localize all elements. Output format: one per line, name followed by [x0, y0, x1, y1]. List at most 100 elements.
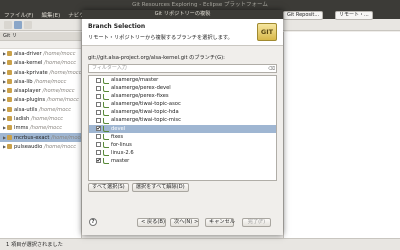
branch-checkbox[interactable]	[96, 77, 101, 83]
select-all-button[interactable]: すべて選択(S)	[88, 183, 129, 192]
repository-path: /home/mocc	[51, 134, 81, 141]
repository-icon	[7, 97, 12, 103]
repository-item[interactable]: ▶ alsa-kprivate /home/mocc	[0, 68, 81, 77]
repository-icon	[7, 134, 12, 140]
branch-filter-input[interactable]: フィルター入力 ⌫	[88, 64, 277, 73]
branches-label: git://git.alsa-project.org/alsa-kernel.g…	[88, 55, 225, 61]
clone-repository-dialog: Git リポジトリーの複製 Branch Selection リモート・リポジト…	[82, 10, 283, 235]
print-icon[interactable]	[24, 21, 32, 29]
branch-row[interactable]: alsamerge/tiwai-topic-asoc	[89, 100, 276, 108]
cancel-button[interactable]: キャンセル	[205, 218, 235, 227]
repository-path: /home/mocc	[44, 60, 77, 67]
branch-checkbox[interactable]	[96, 93, 101, 99]
branch-row[interactable]: alsamerge/tiwai-topic-misc	[89, 116, 276, 125]
repository-icon	[7, 116, 12, 122]
branch-name: alsamerge/tiwai-topic-misc	[111, 117, 181, 124]
repository-item[interactable]: ▶ alsa-driver /home/mocc	[0, 49, 81, 58]
menu-edit[interactable]: 編集(E)	[41, 11, 60, 19]
repository-path: /home/mocc	[42, 88, 75, 95]
save-icon[interactable]	[14, 21, 22, 29]
repository-item[interactable]: ▶ lmms /home/mocc	[0, 123, 81, 132]
git-logo-icon: GIT	[257, 23, 277, 41]
repository-name: alsa-driver	[14, 51, 42, 57]
branch-checkbox[interactable]	[96, 85, 101, 91]
repository-item[interactable]: ▶ alsa-lib /home/mocc	[0, 77, 81, 86]
branch-name: alsamerge/tiwai-topic-hda	[111, 109, 179, 116]
perspective-git-repositories[interactable]: Git Reposit...	[283, 11, 324, 20]
repository-name: lmms	[14, 125, 29, 132]
repository-name: pulseaudio	[14, 143, 43, 150]
branch-checkbox[interactable]	[96, 109, 101, 115]
branch-icon	[103, 101, 109, 108]
branch-icon	[103, 150, 109, 157]
branch-row[interactable]: devel	[89, 124, 276, 133]
menu-file[interactable]: ファイル(F)	[4, 11, 33, 19]
view-toolbar	[0, 41, 81, 49]
branch-checkbox[interactable]	[96, 125, 101, 133]
branch-checkbox[interactable]	[96, 134, 101, 140]
branch-row[interactable]: for-linus	[89, 141, 276, 149]
repository-path: /home/mocc	[43, 143, 77, 150]
repository-path: /home/mocc	[49, 69, 81, 76]
branch-row[interactable]: alsamerge/perex-devel	[89, 84, 276, 92]
repository-name: alsa-utils	[14, 106, 38, 113]
branch-name: alsamerge/perex-fixes	[111, 93, 169, 100]
branch-name: linux-2.6	[111, 149, 134, 156]
branch-icon	[103, 134, 109, 141]
repository-path: /home/mocc	[46, 97, 79, 104]
branch-icon	[103, 126, 109, 133]
branch-icon	[103, 158, 109, 165]
branch-checkbox[interactable]	[96, 101, 101, 107]
branch-name: alsamerge/tiwai-topic-asoc	[111, 101, 181, 108]
new-icon[interactable]	[4, 21, 12, 29]
repository-name: alsa-plugins	[14, 97, 46, 104]
repository-item[interactable]: ▶ alsaplayer /home/mocc	[0, 86, 81, 95]
branch-icon	[103, 93, 109, 100]
repository-path: /home/mocc	[38, 106, 72, 113]
selection-buttons: すべて選択(S) 選択をすべて解除(D)	[88, 183, 277, 192]
branch-row[interactable]: alsamerge/master	[89, 76, 276, 84]
next-button[interactable]: 次へ(N) >	[170, 218, 199, 227]
perspective-remote[interactable]: リモート・...	[335, 11, 373, 20]
branch-row[interactable]: master	[89, 157, 276, 165]
branch-checkbox[interactable]	[96, 142, 101, 148]
branch-list: alsamerge/master alsamerge/perex-devel als…	[88, 75, 277, 181]
git-repositories-tab[interactable]: Git リ	[0, 32, 81, 41]
branch-name: master	[111, 157, 130, 164]
repository-name: alsa-lib	[14, 78, 33, 85]
repository-item[interactable]: ▶ alsa-kernel /home/mocc	[0, 58, 81, 67]
repository-icon	[7, 78, 12, 84]
branch-row[interactable]: fixes	[89, 133, 276, 141]
finish-button[interactable]: 完了(F)	[242, 218, 271, 227]
help-icon[interactable]: ?	[89, 218, 97, 226]
repository-icon	[7, 125, 12, 131]
git-repositories-view: Git リ ▶ alsa-driver /home/mocc ▶ alsa-kerne…	[0, 32, 82, 248]
wizard-footer: ? < 戻る(B) 次へ(N) > キャンセル 完了(F)	[82, 215, 283, 229]
branch-icon	[103, 109, 109, 116]
repository-item[interactable]: ▶ alsa-utils /home/mocc	[0, 105, 81, 114]
wizard-header: Branch Selection リモート・リポジトリーから複製するブランチを選…	[82, 19, 283, 46]
wizard-page-description: リモート・リポジトリーから複製するブランチを選択します。	[88, 35, 233, 41]
branch-row[interactable]: linux-2.6	[89, 149, 276, 157]
branch-checkbox[interactable]	[96, 150, 101, 156]
branch-row[interactable]: alsamerge/tiwai-topic-hda	[89, 108, 276, 116]
wizard-page-title: Branch Selection	[88, 23, 146, 30]
branch-name: alsamerge/master	[111, 77, 159, 83]
branch-name: fixes	[111, 133, 124, 140]
repository-name: alsa-kprivate	[14, 69, 48, 76]
branch-checkbox[interactable]	[96, 118, 101, 124]
repository-item[interactable]: ▶ mcrbus-exact /home/mocc	[0, 132, 81, 142]
back-button[interactable]: < 戻る(B)	[137, 218, 166, 227]
branch-name: devel	[111, 125, 126, 132]
repository-item[interactable]: ▶ ladish /home/mocc	[0, 114, 81, 123]
repository-icon	[7, 88, 12, 94]
repository-item[interactable]: ▶ alsa-plugins /home/mocc	[0, 95, 81, 104]
clear-filter-icon[interactable]: ⌫	[268, 66, 275, 72]
branch-row[interactable]: alsamerge/perex-fixes	[89, 92, 276, 100]
wizard-body: git://git.alsa-project.org/alsa-kernel.g…	[88, 54, 277, 192]
branch-checkbox[interactable]	[96, 157, 101, 165]
branch-icon	[103, 118, 109, 125]
desktop-top-bar: Git Resources Exploring - Eclipse プラットフォ…	[0, 0, 400, 10]
deselect-all-button[interactable]: 選択をすべて解除(D)	[131, 183, 189, 192]
repository-item[interactable]: ▶ pulseaudio /home/mocc	[0, 142, 81, 151]
